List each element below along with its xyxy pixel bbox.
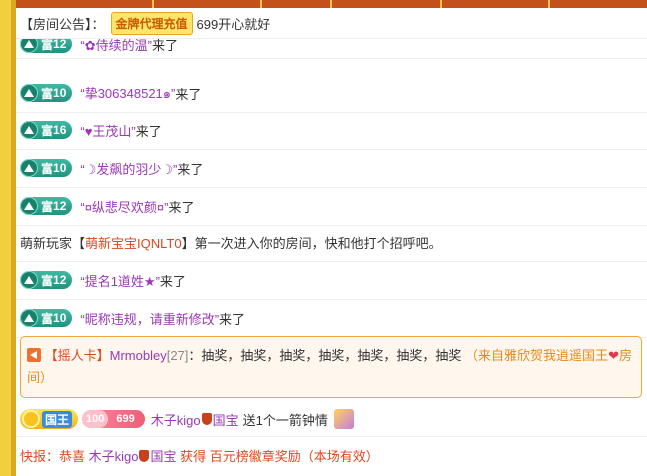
wealth-level-badge: 富 12	[20, 197, 73, 215]
gift-message: 国王 100 699 木子kigo 国宝 送1个一箭钟情	[16, 402, 647, 437]
flash-user[interactable]: 木子kigo	[89, 449, 139, 464]
king-badge: 国王	[20, 409, 79, 429]
wealth-level-badge: 富 10	[20, 309, 73, 327]
fox-icon	[201, 413, 212, 425]
room-announcement: 【房间公告】： 金牌代理充值 699开心就好	[16, 8, 647, 39]
level-icon	[20, 84, 38, 102]
level-icon	[20, 197, 38, 215]
announcement-text: 699开心就好	[196, 16, 271, 32]
wealth-level-badge: 富 10	[20, 84, 73, 102]
chat-entry: 富 10 “昵称违规，请重新修改” 来了	[16, 299, 647, 338]
wealth-level-badge: 富 12	[20, 271, 73, 289]
card-tag: 【摇人卡】	[44, 348, 110, 363]
new-user-name[interactable]: 萌新宝宝IQNLT0	[85, 233, 182, 252]
chat-panel[interactable]: 【房间公告】： 金牌代理充值 699开心就好 富 12 “✿侍续的温” 来了 富 10…	[16, 8, 647, 476]
fan-level-pill: 100 699	[82, 410, 145, 428]
gift-text: 送1个一箭钟情	[242, 412, 328, 428]
wealth-level-badge: 富 16	[20, 121, 73, 139]
chat-entry: 富 10 “☽发飙的羽少☽” 来了	[16, 149, 647, 188]
user-name[interactable]: “♥王茂山”	[80, 121, 135, 140]
level-icon	[20, 121, 38, 139]
chat-entry: 富 16 “♥王茂山” 来了	[16, 111, 647, 150]
announcement-badge[interactable]: 金牌代理充值	[110, 11, 193, 35]
level-icon	[20, 159, 38, 177]
user-name[interactable]: “挚306348521๑”	[80, 83, 175, 104]
user-name[interactable]: “昵称违规，请重新修改”	[80, 309, 219, 328]
chat-entry: 富 12 “¤纵悲尽欢颜¤” 来了	[16, 187, 647, 226]
card-source: （来自雅欣贺我逍遥国王	[465, 348, 609, 363]
announcement-label: 【房间公告】：	[20, 16, 105, 32]
heart-icon: ❤	[608, 348, 619, 363]
user-name[interactable]: “提名1道姓★”	[80, 271, 160, 290]
user-name[interactable]: “☽发飙的羽少☽”	[80, 159, 177, 178]
gift-sender[interactable]: 木子kigo	[151, 410, 201, 429]
system-message: 萌新玩家【 萌新宝宝IQNLT0 】第一次进入你的房间，快和他打个招呼吧。	[16, 223, 647, 262]
crown-icon	[22, 410, 40, 428]
flash-news: 快报：恭喜 木子kigo 国宝 获得 百元榜徽章奖励（本场有效）	[20, 449, 379, 464]
chat-entry: 富 12 “提名1道姓★” 来了	[16, 261, 647, 300]
level-icon	[20, 309, 38, 327]
card-user[interactable]: Mrmobley	[110, 348, 167, 363]
megaphone-icon	[27, 348, 41, 362]
wealth-level-badge: 富 10	[20, 159, 73, 177]
chat-entry: 富 10 “挚306348521๑” 来了	[16, 74, 647, 113]
shake-card-message: 【摇人卡】Mrmobley[27]：抽奖，抽奖，抽奖，抽奖，抽奖，抽奖，抽奖 （…	[20, 336, 642, 398]
card-message: ：抽奖，抽奖，抽奖，抽奖，抽奖，抽奖，抽奖	[188, 348, 462, 363]
top-bar	[16, 0, 647, 8]
gift-icon	[333, 409, 354, 429]
left-frame	[0, 0, 16, 476]
fox-icon	[139, 450, 150, 462]
user-name[interactable]: “¤纵悲尽欢颜¤”	[80, 197, 168, 216]
level-icon	[20, 271, 38, 289]
